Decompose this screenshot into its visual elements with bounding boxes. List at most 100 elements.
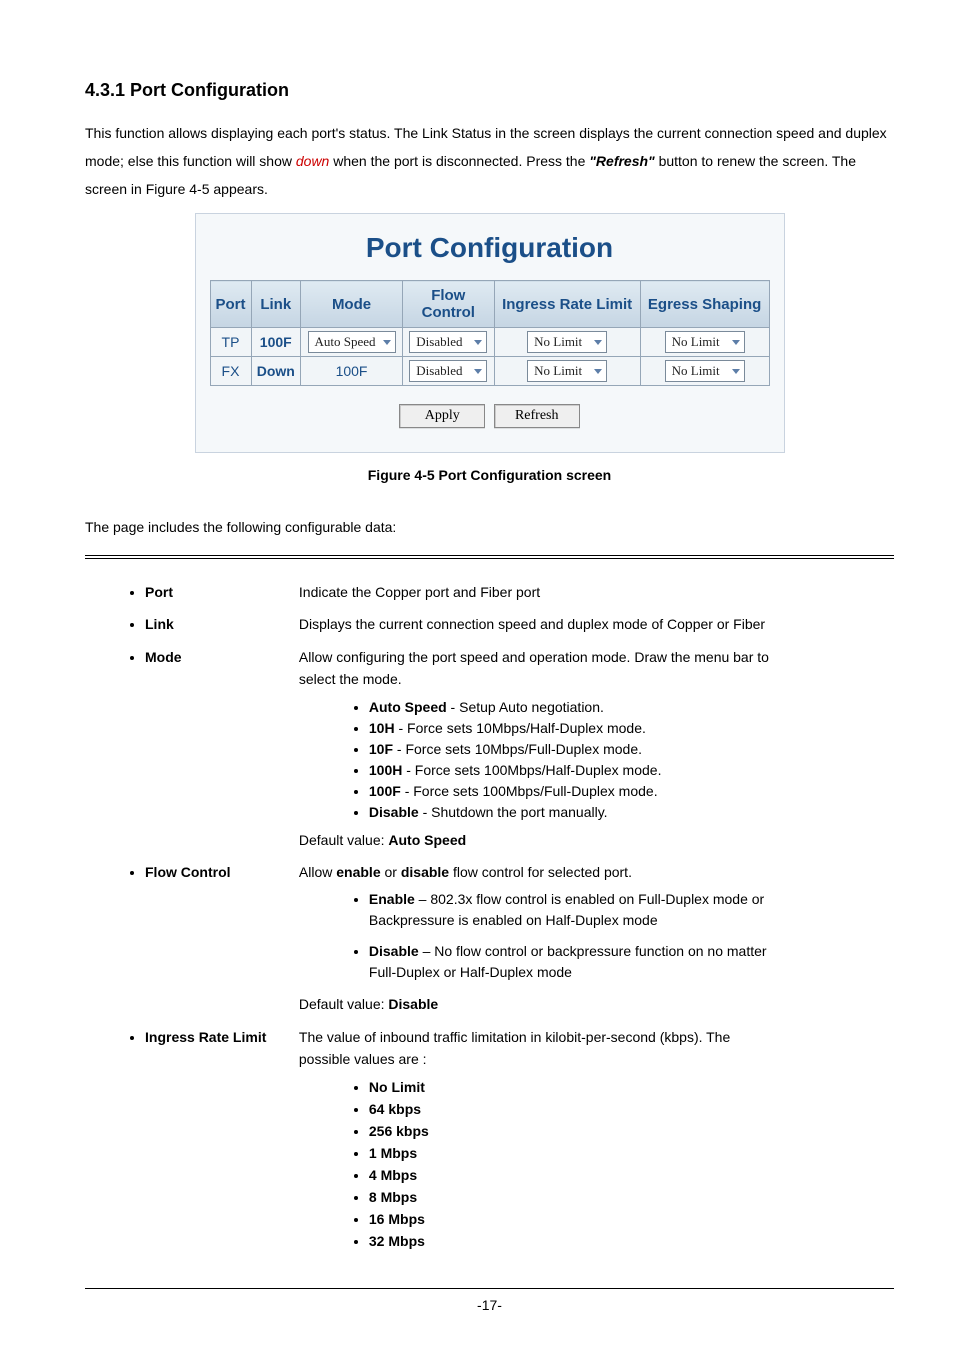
opt-key: 8 Mbps [369,1189,417,1205]
chevron-down-icon [383,340,391,345]
spec-port: Port Indicate the Copper port and Fiber … [145,581,894,603]
ingress-desc-text: The value of inbound traffic limitation … [299,1029,730,1067]
list-item: Disable - Shutdown the port manually. [369,802,779,823]
dropdown[interactable]: Auto Speed [308,331,396,353]
list-item: 4 Mbps [369,1165,779,1186]
intro-red: down [296,153,329,169]
opt-desc: – No flow control or backpressure functi… [369,943,767,980]
spec-desc: The value of inbound traffic limitation … [299,1026,779,1258]
opt-key: 256 kbps [369,1123,429,1139]
intro-paragraph: This function allows displaying each por… [85,119,894,203]
mode-default-b: Auto Speed [388,832,466,848]
list-item: 64 kbps [369,1099,779,1120]
opt-key: 10F [369,741,393,757]
opt-desc: - Force sets 10Mbps/Half-Duplex mode. [395,720,646,736]
flow-c: or [381,864,401,880]
opt-key: Auto Speed [369,699,447,715]
spec-label: Mode [145,646,295,668]
dropdown[interactable]: Disabled [409,360,487,382]
cell-flow: Disabled [403,328,494,357]
chevron-down-icon [732,369,740,374]
list-item: 16 Mbps [369,1209,779,1230]
cell-port: TP [210,328,251,357]
opt-key: 10H [369,720,395,736]
chevron-down-icon [474,340,482,345]
dropdown-value: No Limit [534,334,582,350]
refresh-button[interactable]: Refresh [494,404,580,428]
config-panel: Port Configuration PortLinkModeFlowContr… [195,213,785,453]
opt-key: 16 Mbps [369,1211,425,1227]
dropdown-value: Disabled [416,363,462,379]
flow-d: disable [401,864,449,880]
dropdown[interactable]: No Limit [527,360,607,382]
page-number: -17- [85,1297,894,1313]
flow-b: enable [336,864,380,880]
mode-desc-text: Allow configuring the port speed and ope… [299,649,769,687]
opt-desc: - Force sets 10Mbps/Full-Duplex mode. [393,741,642,757]
spec-mode: Mode Allow configuring the port speed an… [145,646,894,851]
flow-default-b: Disable [388,996,438,1012]
spec-label: Flow Control [145,861,295,883]
dropdown[interactable]: No Limit [527,331,607,353]
cell-ingress: No Limit [494,328,640,357]
cell-flow: Disabled [403,357,494,386]
flow-a: Allow [299,864,336,880]
section-title: 4.3.1 Port Configuration [85,80,894,101]
cell-mode: Auto Speed [301,328,403,357]
dropdown[interactable]: No Limit [665,331,745,353]
chevron-down-icon [732,340,740,345]
opt-key: 32 Mbps [369,1233,425,1249]
caption-a: Figure 4-5 [368,467,435,483]
cell-egress: No Limit [640,357,769,386]
list-item: 100F - Force sets 100Mbps/Full-Duplex mo… [369,781,779,802]
apply-button[interactable]: Apply [399,404,485,428]
lead-text: The page includes the following configur… [85,513,894,541]
spec-desc: Displays the current connection speed an… [299,613,779,635]
spec-flow: Flow Control Allow enable or disable flo… [145,861,894,1016]
spec-ingress: Ingress Rate Limit The value of inbound … [145,1026,894,1258]
figure-caption: Figure 4-5 Port Configuration screen [195,467,785,483]
config-table: PortLinkModeFlowControlIngress Rate Limi… [210,280,770,386]
spec-label: Ingress Rate Limit [145,1026,295,1048]
opt-key: Disable [369,943,419,959]
mode-options: Auto Speed - Setup Auto negotiation. 10H … [299,697,779,823]
list-item: 32 Mbps [369,1231,779,1252]
spec-label: Port [145,581,295,603]
divider [85,555,894,559]
dropdown[interactable]: Disabled [409,331,487,353]
panel-title: Port Configuration [196,232,784,264]
cell-link: 100F [251,328,301,357]
intro-btn: "Refresh" [589,153,654,169]
cell-port: FX [210,357,251,386]
cell-mode: 100F [301,357,403,386]
footer-rule [85,1288,894,1289]
list-item: 8 Mbps [369,1187,779,1208]
dropdown[interactable]: No Limit [665,360,745,382]
caption-b: Port Configuration screen [435,467,612,483]
spec-label: Link [145,613,295,635]
dropdown-value: No Limit [534,363,582,379]
intro-b: when the port is disconnected. Press the [329,153,589,169]
opt-key: 64 kbps [369,1101,421,1117]
spec-desc: Indicate the Copper port and Fiber port [299,581,779,603]
opt-desc: - Setup Auto negotiation. [447,699,604,715]
dropdown-value: Auto Speed [315,334,376,350]
list-item: No Limit [369,1077,779,1098]
opt-key: 4 Mbps [369,1167,417,1183]
flow-e: flow control for selected port. [449,864,632,880]
col-header: Mode [301,281,403,328]
opt-desc: - Force sets 100Mbps/Full-Duplex mode. [401,783,658,799]
opt-key: Disable [369,804,419,820]
opt-desc: - Force sets 100Mbps/Half-Duplex mode. [402,762,661,778]
opt-desc: – 802.3x flow control is enabled on Full… [369,891,764,928]
table-row: TP100F Auto Speed Disabled No Limit No Limit [210,328,769,357]
list-item: Disable – No flow control or backpressur… [369,941,779,983]
col-header: Egress Shaping [640,281,769,328]
dropdown-value: Disabled [416,334,462,350]
chevron-down-icon [474,369,482,374]
list-item: 10H - Force sets 10Mbps/Half-Duplex mode… [369,718,779,739]
mode-default-a: Default value: [299,832,389,848]
spec-desc: Allow enable or disable flow control for… [299,861,779,1016]
list-item: 100H - Force sets 100Mbps/Half-Duplex mo… [369,760,779,781]
list-item: 10F - Force sets 10Mbps/Full-Duplex mode… [369,739,779,760]
